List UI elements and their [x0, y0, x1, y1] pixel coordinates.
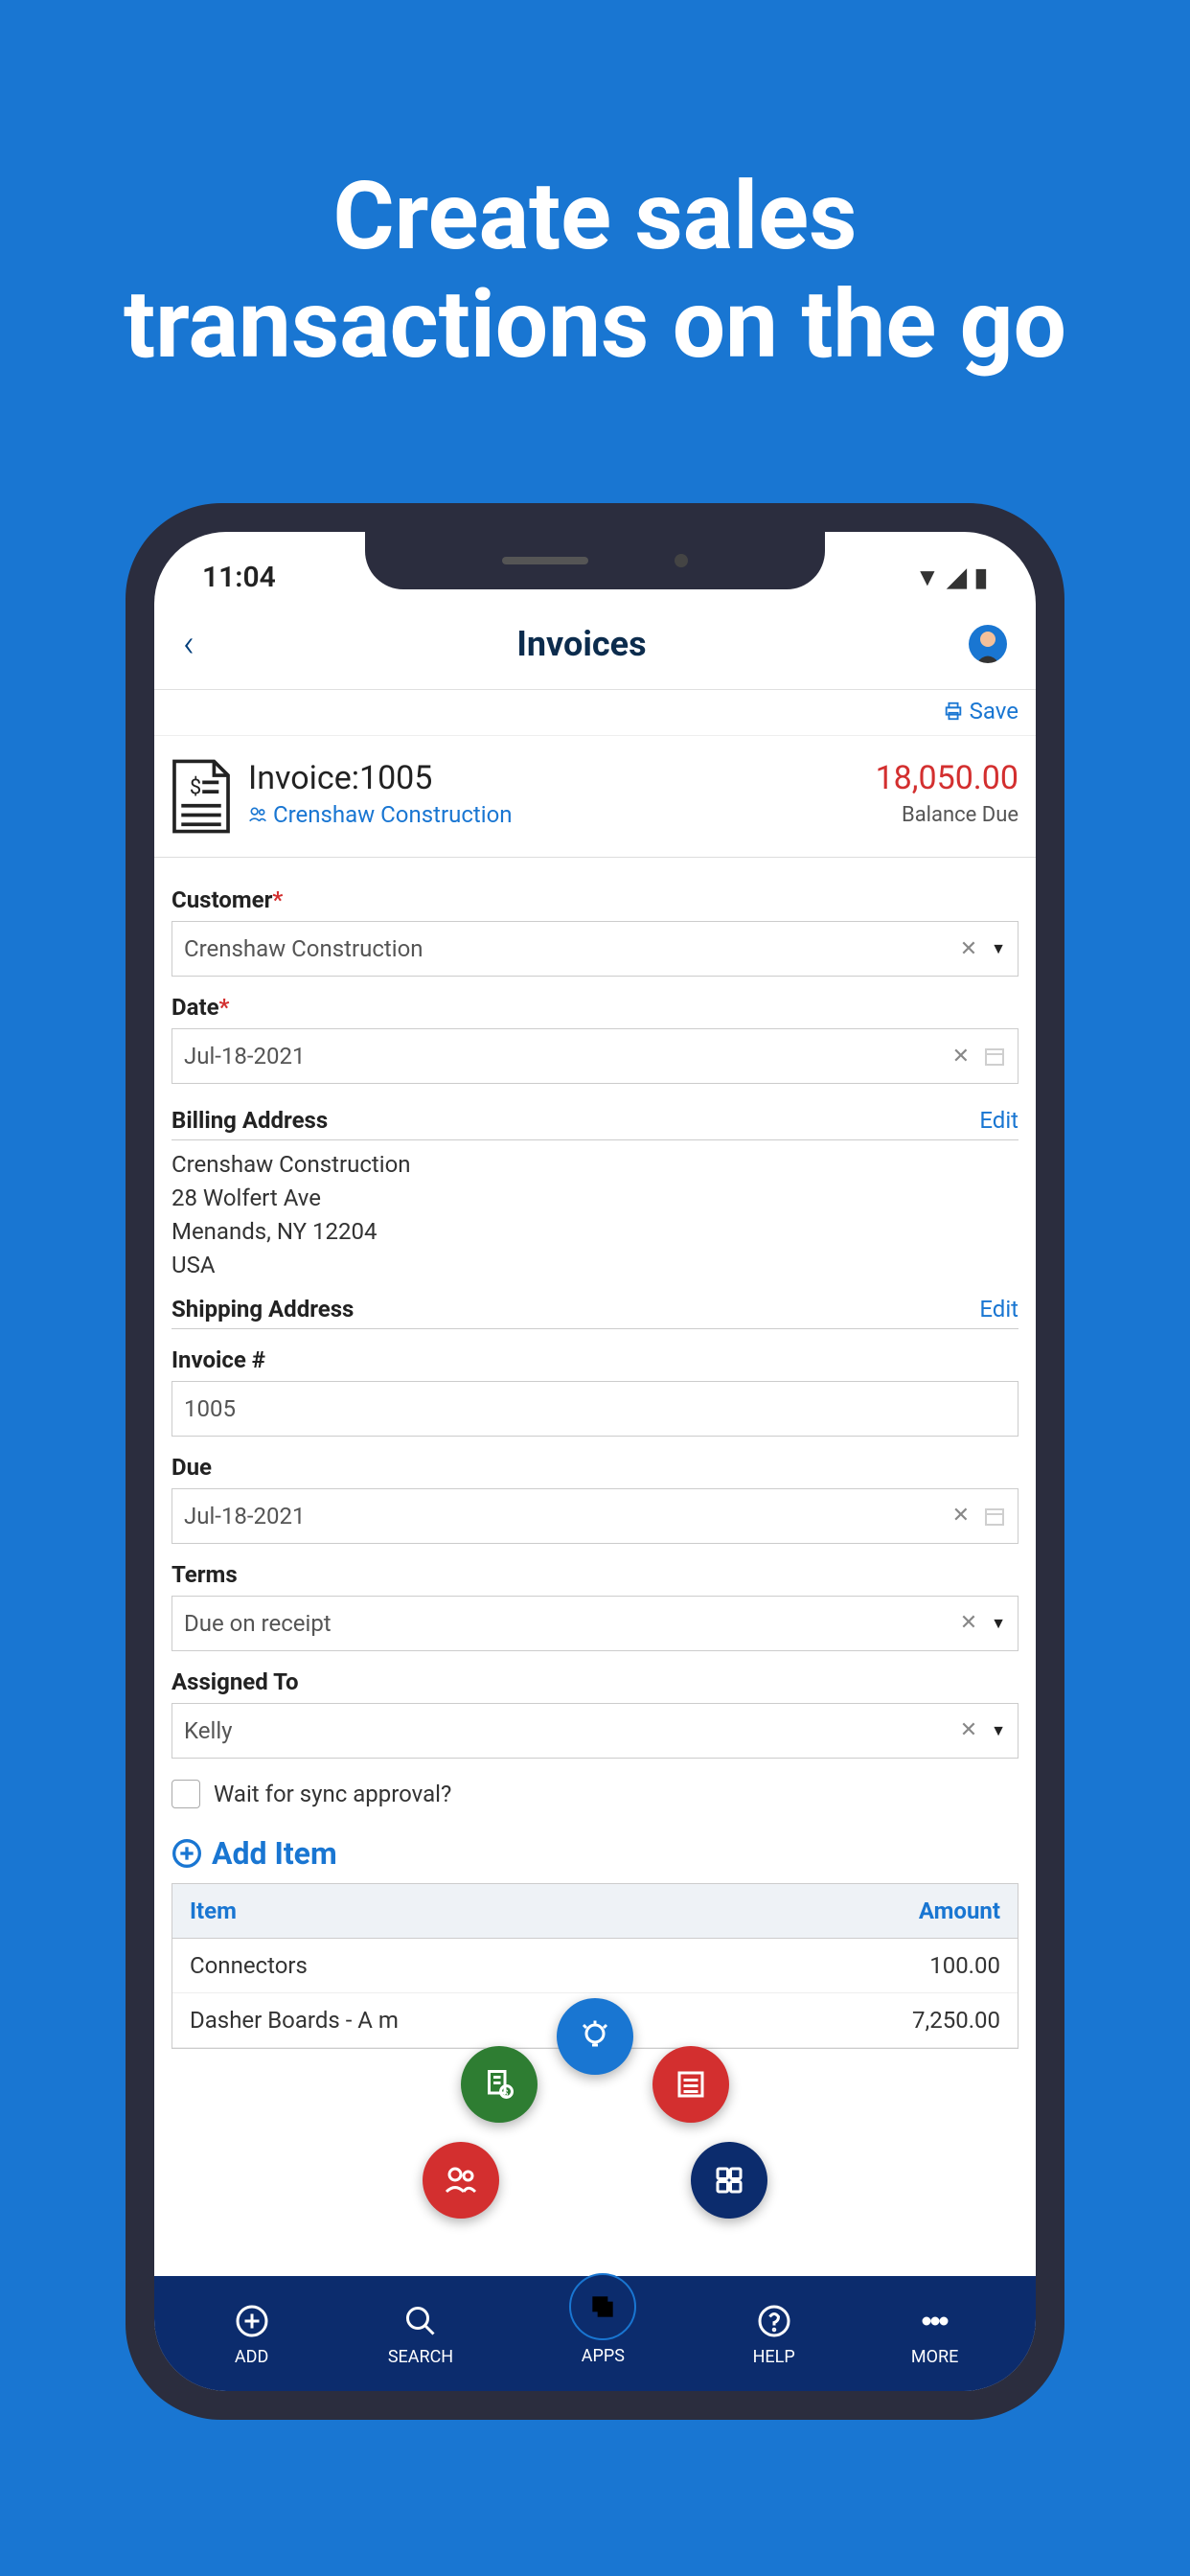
chevron-down-icon: ▼ — [991, 939, 1006, 958]
svg-text:$: $ — [504, 2088, 509, 2099]
clear-icon[interactable]: ✕ — [960, 1718, 977, 1742]
print-icon — [943, 701, 964, 722]
people-icon — [444, 2163, 478, 2197]
status-time: 11:04 — [202, 561, 276, 594]
calendar-icon[interactable] — [983, 1505, 1006, 1528]
date-input[interactable]: Jul-18-2021 ✕ — [172, 1028, 1018, 1084]
app-header: ‹ Invoices — [154, 604, 1036, 690]
lightbulb-icon — [578, 2019, 612, 2054]
svg-text:$: $ — [190, 776, 201, 800]
balance-due-label: Balance Due — [876, 803, 1018, 827]
nav-apps[interactable]: APPS — [569, 2302, 636, 2366]
apps-icon — [587, 2291, 618, 2322]
due-date-input[interactable]: Jul-18-2021 ✕ — [172, 1488, 1018, 1544]
date-label: Date* — [172, 994, 1018, 1021]
avatar[interactable] — [969, 625, 1007, 663]
wifi-icon: ▼ — [915, 563, 940, 592]
fab-people[interactable] — [423, 2142, 499, 2219]
shipping-edit-button[interactable]: Edit — [979, 1296, 1018, 1322]
invoice-summary: $ Invoice:1005 Crenshaw Construction 18,… — [154, 736, 1036, 858]
checkbox-icon — [172, 1780, 200, 1808]
fab-invoice[interactable]: $ — [461, 2046, 538, 2123]
shipping-address-label: Shipping Address — [172, 1296, 354, 1322]
nav-add[interactable]: ADD — [232, 2301, 272, 2367]
people-icon — [248, 805, 267, 824]
clear-icon[interactable]: ✕ — [960, 1611, 977, 1635]
list-icon — [674, 2067, 708, 2102]
assigned-select[interactable]: Kelly ✕▼ — [172, 1703, 1018, 1759]
invoice-form: Customer* Crenshaw Construction ✕▼ Date*… — [154, 858, 1036, 2059]
notch — [365, 532, 825, 589]
due-label: Due — [172, 1454, 1018, 1481]
plus-icon — [235, 2304, 269, 2338]
page-title: Invoices — [516, 624, 646, 664]
assigned-label: Assigned To — [172, 1668, 1018, 1695]
bottom-nav: ADD SEARCH APPS HELP MORE — [154, 2276, 1036, 2391]
help-icon — [757, 2304, 791, 2338]
terms-label: Terms — [172, 1561, 1018, 1588]
phone-frame: 11:04 ▼ ◢ ▮ ‹ Invoices Save $ — [126, 503, 1064, 2420]
table-row[interactable]: Connectors 100.00 — [172, 1939, 1018, 1993]
col-amount[interactable]: Amount — [919, 1898, 1000, 1924]
customer-label: Customer* — [172, 886, 1018, 913]
save-button[interactable]: Save — [943, 698, 1018, 724]
fab-list[interactable] — [652, 2046, 729, 2123]
invoice-customer-link[interactable]: Crenshaw Construction — [248, 801, 858, 828]
clear-icon[interactable]: ✕ — [952, 1045, 970, 1069]
fab-lightbulb[interactable] — [557, 1998, 633, 2075]
battery-icon: ▮ — [974, 564, 988, 592]
more-icon — [918, 2304, 952, 2338]
hero-headline: Create sales transactions on the go — [0, 0, 1190, 379]
sync-approval-checkbox[interactable]: Wait for sync approval? — [172, 1780, 1018, 1808]
nav-help[interactable]: HELP — [753, 2301, 795, 2367]
invoice-title: Invoice:1005 — [248, 759, 858, 797]
fab-menu: $ — [365, 1998, 825, 2238]
invoice-amount: 18,050.00 — [876, 759, 1018, 797]
table-header: Item Amount — [172, 1884, 1018, 1939]
calendar-icon[interactable] — [983, 1045, 1006, 1068]
nav-search[interactable]: SEARCH — [388, 2301, 453, 2367]
fab-grid[interactable] — [691, 2142, 767, 2219]
signal-icon: ◢ — [948, 564, 967, 592]
invoice-num-input[interactable]: 1005 — [172, 1381, 1018, 1437]
billing-address: Crenshaw Construction 28 Wolfert Ave Men… — [172, 1140, 1018, 1289]
clear-icon[interactable]: ✕ — [960, 937, 977, 961]
phone-screen: 11:04 ▼ ◢ ▮ ‹ Invoices Save $ — [154, 532, 1036, 2391]
terms-select[interactable]: Due on receipt ✕▼ — [172, 1596, 1018, 1651]
customer-select[interactable]: Crenshaw Construction ✕▼ — [172, 921, 1018, 977]
nav-more[interactable]: MORE — [911, 2301, 958, 2367]
clear-icon[interactable]: ✕ — [952, 1504, 970, 1528]
plus-circle-icon — [172, 1838, 202, 1869]
chevron-down-icon: ▼ — [991, 1721, 1006, 1740]
invoice-icon: $ — [482, 2067, 516, 2102]
billing-address-label: Billing Address — [172, 1107, 328, 1134]
billing-edit-button[interactable]: Edit — [979, 1107, 1018, 1134]
invoice-num-label: Invoice # — [172, 1346, 1018, 1373]
add-item-button[interactable]: Add Item — [172, 1835, 1018, 1872]
grid-icon — [712, 2163, 746, 2197]
chevron-down-icon: ▼ — [991, 1614, 1006, 1633]
document-icon: $ — [172, 759, 231, 834]
search-icon — [403, 2304, 438, 2338]
save-bar: Save — [154, 690, 1036, 736]
col-item[interactable]: Item — [190, 1898, 237, 1924]
back-button[interactable]: ‹ — [183, 621, 195, 666]
